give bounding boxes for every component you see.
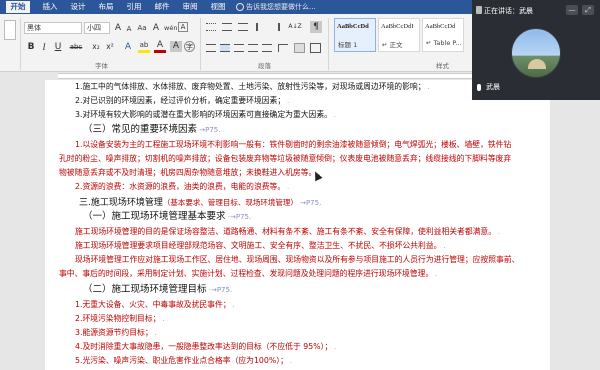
style-normal[interactable]: AaBbCcDdI ↵ 正文 xyxy=(378,18,420,52)
paragraph-group-label: 段落 xyxy=(258,62,271,70)
subscript-button[interactable]: x₂ xyxy=(90,41,102,53)
lightbulb-icon xyxy=(236,3,244,11)
doc-line: 1.施工中的气体排放、水体排放、废弃物处置、土地污染、放射性污染等，对现场或周边… xyxy=(75,82,430,91)
group-separator xyxy=(200,18,201,70)
highlight-button[interactable]: ab xyxy=(138,41,150,53)
shrink-font-button[interactable]: A xyxy=(123,23,135,35)
bold-button[interactable]: B xyxy=(25,41,37,53)
doc-line: 5.光污染、噪声污染、职业危害作业点合格率（应为100%）； . xyxy=(75,356,292,365)
doc-line: 2.环境污染物控制目标； . xyxy=(75,314,165,323)
section-heading: （三）常见的重要环境因素 →P75. xyxy=(83,124,221,135)
tab-home[interactable]: 开始 xyxy=(6,1,30,13)
font-group-label: 字体 xyxy=(95,62,108,70)
participant-name: 武晨 xyxy=(486,83,500,91)
tab-layout[interactable]: 布局 xyxy=(94,1,118,13)
font-color-button[interactable]: A xyxy=(154,41,166,53)
decrease-indent-icon[interactable] xyxy=(256,23,266,31)
avatar-image xyxy=(528,59,546,69)
bullets-icon[interactable] xyxy=(206,23,216,31)
doc-line: 事中、事后的时间段，采用制定计划、实施计划、过程检查、发现问题及处理问题的程序进… xyxy=(59,269,438,278)
doc-line: 施工现场环境管理要求项目经理部规范场容、文明施工、安全有序、整洁卫生、不扰民、不… xyxy=(75,241,446,250)
style-name: ↵ 正文 xyxy=(382,41,403,49)
superscript-button[interactable]: x² xyxy=(104,41,116,53)
borders-icon[interactable] xyxy=(310,43,321,53)
font-size-select[interactable]: 小四 xyxy=(84,22,110,34)
style-heading-1[interactable]: AaBbCcDd 标题 1 xyxy=(334,18,376,52)
ruler-track[interactable] xyxy=(58,73,538,79)
strikethrough-button[interactable]: abc xyxy=(68,41,84,53)
doc-line: 1.以设备安装为主的工程施工现场环境不利影响一般有：铁件剔凿时的剩余油漆被随意倾… xyxy=(75,140,512,149)
align-left-icon[interactable] xyxy=(206,44,216,52)
increase-indent-icon[interactable] xyxy=(270,23,280,31)
doc-line: 孔时的粉尘、噪声排放；切割机的噪声排放；设备包装废弃物等垃圾被随意倾倒；仪表废电… xyxy=(59,154,512,163)
avatar xyxy=(511,28,561,78)
align-center-icon[interactable] xyxy=(220,44,230,52)
doc-line: 1.无重大设备、火灾、中毒事故及扰民事件； . xyxy=(75,300,235,309)
style-sample: AaBbCcDd xyxy=(337,23,369,30)
tab-review[interactable]: 审阅 xyxy=(178,1,202,13)
change-case-button[interactable]: Aa xyxy=(136,22,148,34)
sort-button[interactable]: A↓Z xyxy=(286,21,304,33)
tab-mailings[interactable]: 邮件 xyxy=(150,1,174,13)
justify-icon[interactable] xyxy=(248,44,258,52)
styles-group-label: 样式 xyxy=(436,62,449,70)
multilevel-list-icon[interactable] xyxy=(238,23,248,31)
speaking-status: 正在讲话：武晨 xyxy=(484,7,533,15)
style-name: 标题 1 xyxy=(338,41,358,49)
numbering-icon[interactable] xyxy=(222,23,232,31)
section-heading: 三.施工现场环境管理（基本要求、管理目标、现场环境管理） →P75. xyxy=(79,198,322,208)
doc-line: 现场环境管理工作应对施工现场工作区、居住地、现场周围、现场物资以及所有参与项目施… xyxy=(75,255,520,264)
style-name: ↵ Table P... xyxy=(426,39,462,47)
char-shading-button[interactable]: A xyxy=(170,41,182,52)
tab-design[interactable]: 设计 xyxy=(66,1,90,13)
char-border-button[interactable]: A xyxy=(178,22,188,32)
line-spacing-icon[interactable] xyxy=(278,44,288,52)
distributed-icon[interactable] xyxy=(262,44,272,52)
speaker-indicator-icon xyxy=(476,6,482,14)
doc-line: 施工现场环境管理的目的是保证场容整洁、道路畅通、材料有条不紊、施工有条不紊、安全… xyxy=(75,227,500,236)
phonetic-guide-button[interactable]: wén xyxy=(164,22,177,34)
style-sample: AaBbCcDdI xyxy=(381,23,414,30)
tab-references[interactable]: 引用 xyxy=(122,1,146,13)
section-heading: （一）施工现场环境管理基本要求 ·→P75. xyxy=(83,211,252,222)
tell-me-search[interactable]: 告诉我您想要做什么... xyxy=(246,2,316,12)
mic-icon[interactable] xyxy=(477,84,481,91)
paragraph-shading-icon[interactable] xyxy=(294,43,305,53)
text-effects-button[interactable]: A xyxy=(122,41,134,53)
group-separator xyxy=(20,18,21,70)
doc-line: 2.资源的浪费：水资源的浪费，油类的浪费，电能的浪费等。 . xyxy=(75,182,289,191)
font-name-select[interactable]: 黑体 xyxy=(24,22,82,34)
style-sample: AaBbCcDd xyxy=(425,23,456,30)
clear-format-button[interactable]: A xyxy=(150,22,162,34)
show-marks-button[interactable]: ¶ xyxy=(310,21,322,33)
underline-button[interactable]: U xyxy=(52,41,64,53)
style-table-paragraph[interactable]: AaBbCcDd ↵ Table P... xyxy=(422,18,464,52)
doc-line: 3.对环境有较大影响的或潜在重大影响的环境因素可直接确定为重大因素。 . xyxy=(75,110,336,119)
doc-line: 4.及时消除重大事故隐患，一般隐患整改率达到的目标（不应低于 95%）； . xyxy=(75,342,337,351)
minimize-button[interactable]: — xyxy=(566,5,578,15)
align-right-icon[interactable] xyxy=(234,44,244,52)
tab-insert[interactable]: 插入 xyxy=(38,1,62,13)
group-separator xyxy=(328,18,329,70)
doc-line: 物被随意丢弃或不及时清理；机房四周杂物随意堆放；未换鞋进入机房等。 . xyxy=(59,168,321,177)
document-page[interactable]: 1.施工中的气体排放、水体排放、废弃物处置、土地污染、放射性污染等，对现场或周边… xyxy=(45,80,550,370)
enclose-char-button[interactable]: 字 xyxy=(184,41,195,52)
italic-button[interactable]: I xyxy=(38,41,50,53)
doc-line: 3.能源资源节约目标； . xyxy=(75,328,157,337)
doc-line: 2.对已识别的环境因素，经过评价分析，确定重要环境因素； . xyxy=(75,96,289,105)
expand-button[interactable]: ⤢ xyxy=(582,5,594,15)
section-heading: （二）施工现场环境管理目标 ·→P75. xyxy=(83,284,233,295)
tab-view[interactable]: 视图 xyxy=(206,1,230,13)
paste-icon[interactable] xyxy=(4,20,16,40)
